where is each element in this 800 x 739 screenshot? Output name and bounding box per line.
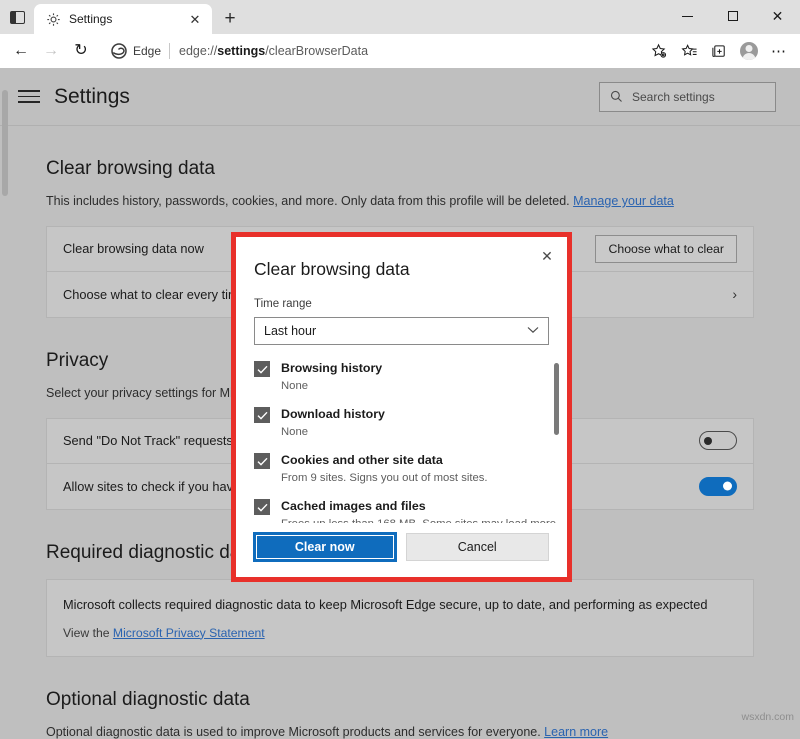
dialog-title: Clear browsing data — [254, 259, 410, 279]
list-item-sublabel: None — [281, 380, 309, 392]
list-item-sublabel: Frees up less than 168 MB. Some sites ma… — [281, 518, 557, 523]
window-close-button[interactable]: ✕ — [755, 0, 800, 32]
required-diagnostic-card: Microsoft collects required diagnostic d… — [46, 578, 754, 657]
favorites-icon[interactable] — [674, 36, 704, 66]
clear-browsing-data-dialog: ✕ Clear browsing data Time range Last ho… — [236, 237, 567, 577]
checkbox-checked-icon[interactable] — [254, 499, 270, 515]
tab-close-icon[interactable]: ✕ — [184, 8, 206, 30]
list-item-label: Cookies and other site data — [281, 453, 443, 467]
list-item-label: Browsing history — [281, 361, 383, 375]
gear-icon — [45, 11, 61, 27]
section-title-clear-browsing-data: Clear browsing data — [46, 158, 215, 179]
forward-button: → — [43, 42, 59, 59]
window-controls: ✕ — [665, 0, 800, 32]
tab-actions-icon[interactable] — [0, 0, 34, 34]
clear-now-button[interactable]: Clear now — [254, 533, 396, 561]
more-options-icon[interactable]: ⋯ — [764, 36, 794, 66]
refresh-button[interactable]: ↻ — [66, 36, 96, 66]
page-title: Settings — [54, 84, 130, 108]
list-item-label: Download history — [281, 407, 385, 421]
address-bar[interactable]: Edge edge://settings/clearBrowserData — [102, 38, 638, 64]
list-item[interactable]: Cached images and files Frees up less th… — [254, 497, 557, 523]
tab-strip: Settings ✕ + ✕ — [0, 0, 800, 34]
list-item-sublabel: None — [281, 426, 309, 438]
omnibox-divider — [169, 43, 171, 59]
list-item[interactable]: Browsing history None — [254, 359, 557, 392]
profile-avatar-icon[interactable] — [734, 36, 764, 66]
choose-what-to-clear-button[interactable]: Choose what to clear — [595, 234, 737, 263]
tab-title: Settings — [69, 12, 113, 26]
learn-more-link[interactable]: Learn more — [544, 725, 608, 739]
close-icon[interactable]: ✕ — [533, 243, 561, 269]
list-item[interactable]: Download history None — [254, 405, 557, 438]
new-tab-button[interactable]: + — [215, 3, 245, 33]
browser-toolbar: ← → ↻ Edge edge://settings/clearBrowserD… — [0, 34, 800, 68]
list-item-label: Cached images and files — [281, 499, 426, 513]
search-icon — [610, 90, 623, 103]
tab-settings[interactable]: Settings ✕ — [34, 4, 212, 34]
time-range-label: Time range — [254, 298, 312, 310]
browser-window: Settings ✕ + ✕ ← → ↻ Edge edge://setting… — [0, 0, 800, 739]
optional-diagnostic-description: Optional diagnostic data is used to impr… — [46, 724, 609, 739]
dialog-actions: Clear now Cancel — [236, 523, 567, 577]
star-gear-icon[interactable] — [644, 36, 674, 66]
list-item-sublabel: From 9 sites. Signs you out of most site… — [281, 472, 488, 484]
search-placeholder: Search settings — [632, 89, 715, 104]
microsoft-privacy-statement-link[interactable]: Microsoft Privacy Statement — [113, 626, 265, 640]
clear-section-description: This includes history, passwords, cookie… — [46, 194, 674, 208]
payment-methods-toggle[interactable] — [699, 476, 737, 496]
checkbox-checked-icon[interactable] — [254, 361, 270, 377]
privacy-statement-line: View the Microsoft Privacy Statement — [63, 625, 265, 640]
hamburger-icon[interactable] — [18, 90, 40, 103]
section-title-optional-diagnostic-data: Optional diagnostic data — [46, 688, 250, 710]
required-diagnostic-body: Microsoft collects required diagnostic d… — [63, 596, 708, 612]
chevron-right-icon: › — [732, 286, 737, 303]
edge-logo-icon — [111, 43, 127, 59]
search-input[interactable]: Search settings — [599, 81, 776, 112]
cancel-button[interactable]: Cancel — [405, 533, 549, 561]
omnibox-brand-label: Edge — [133, 44, 162, 58]
list-item[interactable]: Cookies and other site data From 9 sites… — [254, 451, 557, 484]
manage-your-data-link[interactable]: Manage your data — [573, 194, 674, 208]
collections-icon[interactable] — [704, 36, 734, 66]
time-range-select[interactable]: Last hour — [254, 317, 549, 345]
time-range-value: Last hour — [264, 324, 317, 338]
watermark: wsxdn.com — [741, 711, 794, 724]
data-type-list: Browsing history None Download history N… — [236, 359, 567, 523]
chevron-down-icon — [527, 325, 539, 337]
settings-header: Settings Search settings — [0, 68, 800, 126]
do-not-track-toggle[interactable] — [699, 431, 737, 450]
checkbox-checked-icon[interactable] — [254, 407, 270, 423]
checkbox-checked-icon[interactable] — [254, 453, 270, 469]
back-button[interactable]: ← — [6, 36, 36, 66]
dialog-list-scrollbar[interactable] — [554, 363, 559, 435]
minimize-button[interactable] — [665, 0, 710, 32]
maximize-button[interactable] — [710, 0, 755, 32]
url-text: edge://settings/clearBrowserData — [179, 44, 369, 58]
